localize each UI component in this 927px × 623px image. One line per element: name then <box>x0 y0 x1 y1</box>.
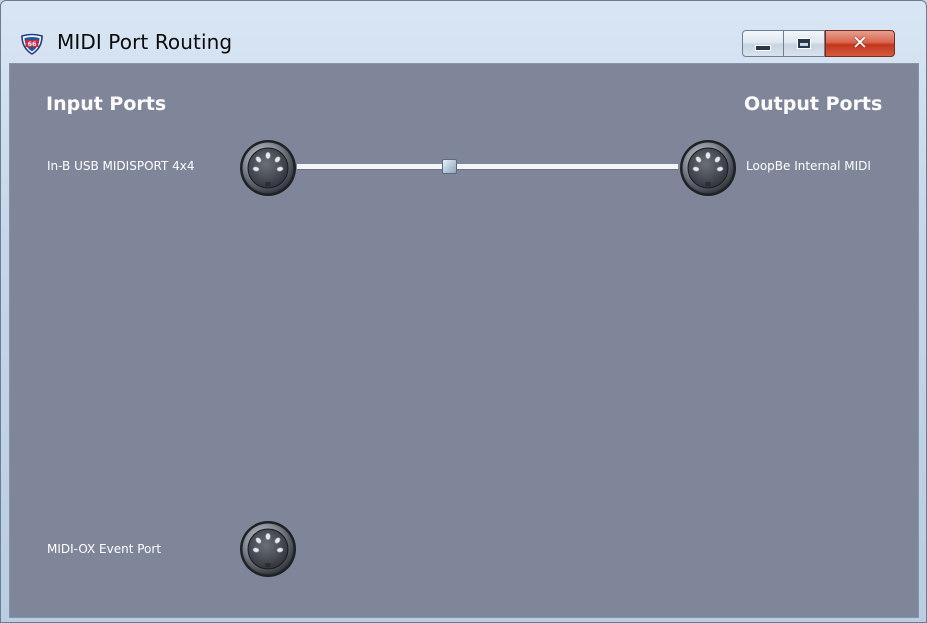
midi-din-connector-icon[interactable] <box>678 138 738 198</box>
minimize-icon <box>755 44 771 51</box>
title-bar[interactable]: 66 MIDI Port Routing ✕ <box>1 1 926 63</box>
output-port-label-loopbe: LoopBe Internal MIDI <box>746 159 871 173</box>
midi-din-connector-icon[interactable] <box>238 519 298 579</box>
input-port-label-midisport: In-B USB MIDISPORT 4x4 <box>47 159 195 173</box>
midi-port-routing-window: 66 MIDI Port Routing ✕ Input Ports Outpu… <box>0 0 927 623</box>
route-handle[interactable] <box>442 159 457 174</box>
maximize-button[interactable] <box>784 30 825 57</box>
close-icon: ✕ <box>852 32 868 54</box>
input-ports-heading: Input Ports <box>46 93 167 115</box>
output-ports-heading: Output Ports <box>744 93 883 115</box>
input-port-label-midi-ox: MIDI-OX Event Port <box>47 542 162 556</box>
svg-text:66: 66 <box>27 40 37 48</box>
minimize-button[interactable] <box>742 30 784 57</box>
route-line-midisport-to-loopbe[interactable] <box>297 164 678 169</box>
route-66-shield-icon: 66 <box>21 33 43 55</box>
maximize-icon <box>797 38 811 49</box>
midi-din-connector-icon[interactable] <box>238 138 298 198</box>
close-button[interactable]: ✕ <box>825 30 895 57</box>
routing-canvas[interactable]: Input Ports Output Ports In-B USB MIDISP… <box>9 63 919 618</box>
window-title: MIDI Port Routing <box>57 30 233 54</box>
